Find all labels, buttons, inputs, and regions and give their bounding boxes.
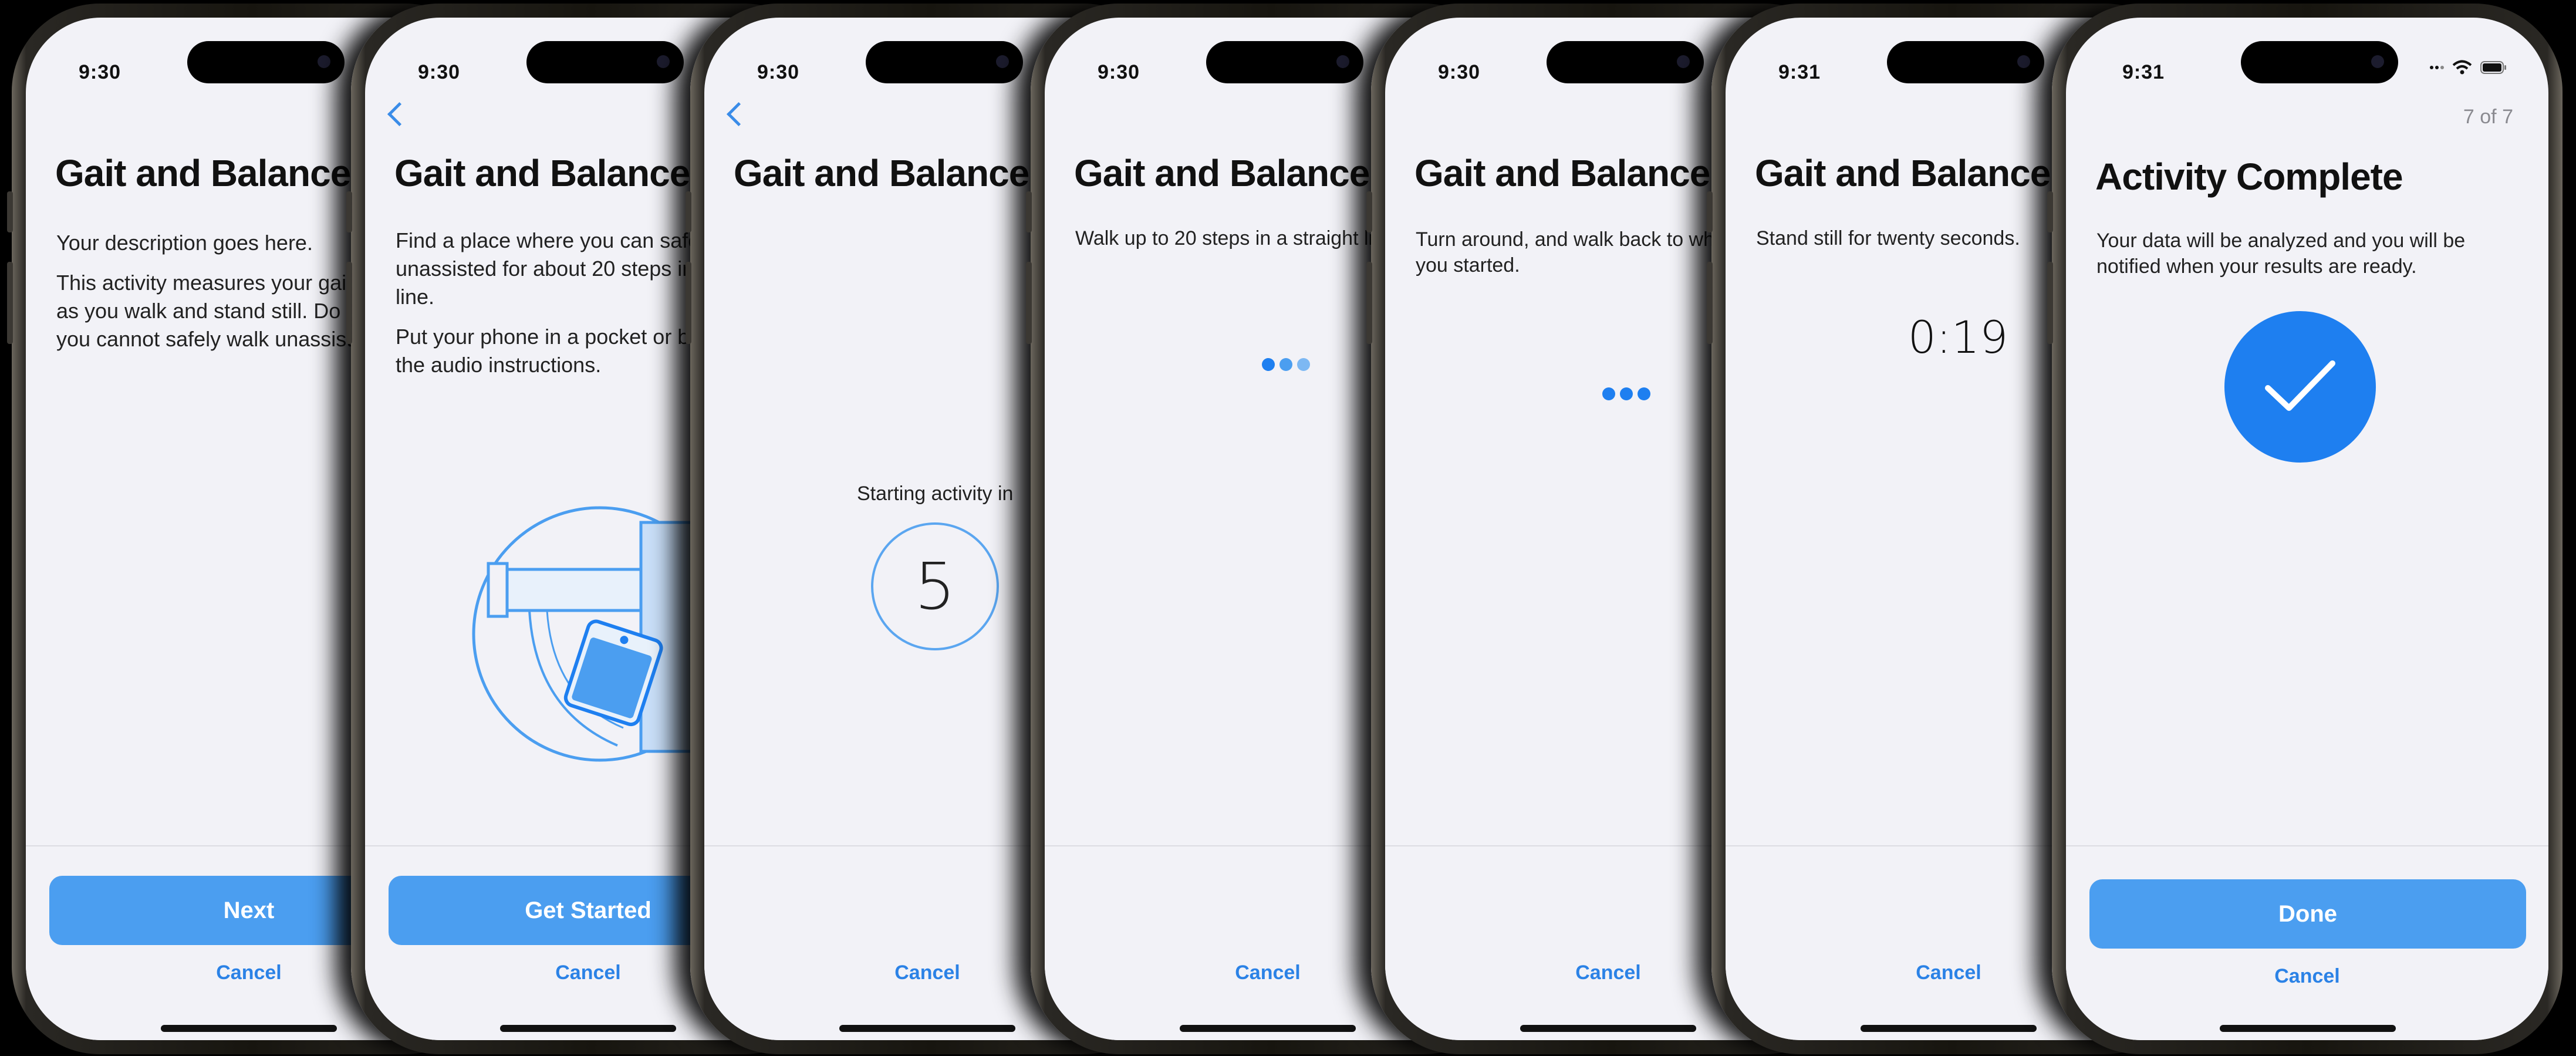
volume-up-button xyxy=(7,262,13,344)
page-title: Gait and Balance xyxy=(1755,152,2051,194)
activity-dot xyxy=(1620,387,1633,400)
dynamic-island xyxy=(2241,41,2398,83)
status-time: 9:31 xyxy=(1778,61,1821,83)
instruction-text: Stand still for twenty seconds. xyxy=(1756,227,2020,249)
status-time: 9:30 xyxy=(1438,61,1481,83)
home-indicator xyxy=(1180,1025,1356,1032)
cancel-button[interactable]: Cancel xyxy=(2066,965,2548,988)
cellular-icon xyxy=(2430,66,2444,69)
action-button xyxy=(1026,191,1032,232)
chevron-left-icon[interactable] xyxy=(726,102,751,127)
action-button xyxy=(1707,191,1713,232)
battery-icon xyxy=(2480,61,2506,74)
page-title: Gait and Balance xyxy=(394,152,690,194)
dynamic-island xyxy=(526,41,684,83)
volume-up-button xyxy=(1707,262,1713,344)
instruction-text: Your data will be analyzed and you will … xyxy=(2096,230,2466,278)
instruction: Turn around, and walk back to where you … xyxy=(1416,227,1743,290)
dynamic-island xyxy=(1887,41,2044,83)
screen: 9:31 7 of 7 Activity Complete Your data … xyxy=(2066,18,2548,1040)
page-title: Gait and Balance xyxy=(734,152,1029,194)
phone-complete: 9:31 7 of 7 Activity Complete Your data … xyxy=(2047,4,2563,1054)
page-title: Gait and Balance xyxy=(55,152,351,194)
action-button xyxy=(7,191,13,232)
countdown-ring: 5 xyxy=(871,522,999,650)
activity-indicator xyxy=(1262,358,1310,371)
instruction: Your data will be analyzed and you will … xyxy=(2096,228,2465,291)
home-indicator xyxy=(839,1025,1015,1032)
bottom-bar: Done Cancel xyxy=(2066,845,2548,1040)
volume-up-button xyxy=(346,262,352,344)
home-indicator xyxy=(1861,1025,2037,1032)
volume-up-button xyxy=(686,262,691,344)
action-button xyxy=(346,191,352,232)
action-button xyxy=(686,191,691,232)
activity-dot xyxy=(1279,358,1292,371)
phone-in-pocket-illustration xyxy=(472,506,711,762)
checkmark-icon xyxy=(2265,360,2335,411)
status-time: 9:30 xyxy=(418,61,461,83)
home-indicator xyxy=(1520,1025,1696,1032)
chevron-left-icon[interactable] xyxy=(387,102,412,127)
status-time: 9:30 xyxy=(1098,61,1140,83)
done-button[interactable]: Done xyxy=(2089,879,2526,949)
volume-up-button xyxy=(1366,262,1372,344)
activity-dot xyxy=(1638,387,1650,400)
activity-dot xyxy=(1262,358,1275,371)
activity-dot xyxy=(1602,387,1615,400)
activity-dot xyxy=(1297,358,1310,371)
home-indicator xyxy=(2220,1025,2396,1032)
step-counter: 7 of 7 xyxy=(2463,106,2513,128)
action-button xyxy=(1366,191,1372,232)
status-icons xyxy=(2430,60,2507,75)
dynamic-island xyxy=(187,41,345,83)
status-time: 9:30 xyxy=(79,61,121,83)
activity-indicator xyxy=(1602,387,1650,400)
instruction: Stand still for twenty seconds. xyxy=(1756,224,2020,264)
wifi-icon xyxy=(2452,60,2472,75)
status-time: 9:30 xyxy=(757,61,800,83)
dynamic-island xyxy=(1206,41,1363,83)
page-title: Gait and Balance xyxy=(1414,152,1710,194)
dynamic-island xyxy=(866,41,1023,83)
instruction-text: Turn around, and walk back to where you … xyxy=(1416,228,1743,276)
countdown-label: Starting activity in xyxy=(857,483,1014,505)
status-time: 9:31 xyxy=(2122,61,2165,83)
instruction: Walk up to 20 steps in a straight line. xyxy=(1075,224,1400,264)
page-title: Activity Complete xyxy=(2095,156,2403,198)
page-title: Gait and Balance xyxy=(1074,152,1370,194)
checkmark-badge xyxy=(2224,311,2376,463)
action-button xyxy=(2047,191,2053,232)
countdown-value: 5 xyxy=(914,549,956,624)
volume-up-button xyxy=(1026,262,1032,344)
volume-up-button xyxy=(2047,262,2053,344)
dynamic-island xyxy=(1547,41,1704,83)
home-indicator xyxy=(500,1025,676,1032)
home-indicator xyxy=(161,1025,337,1032)
instruction-text: Walk up to 20 steps in a straight line. xyxy=(1075,227,1401,249)
